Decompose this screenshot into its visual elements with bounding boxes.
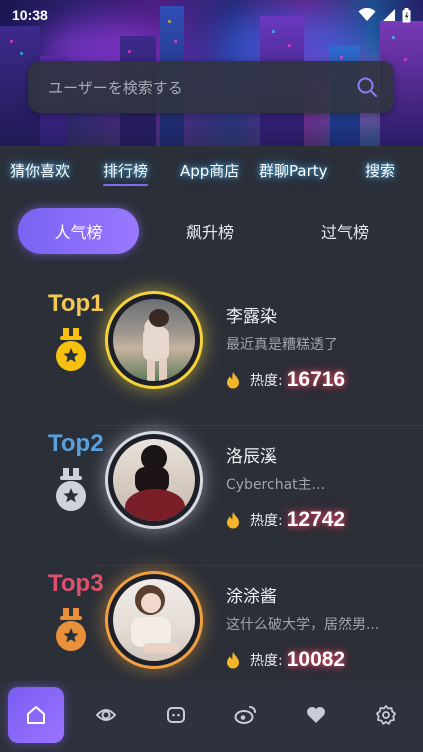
top-nav: 猜你喜欢 排行榜 App商店 群聊Party 搜索 bbox=[0, 150, 423, 192]
nav-item-app-store[interactable]: App商店 bbox=[180, 160, 239, 181]
heat-score: 热度: 12742 bbox=[226, 508, 345, 532]
tab-fading[interactable]: 过气榜 bbox=[295, 208, 395, 254]
avatar[interactable] bbox=[108, 434, 200, 526]
rank-label: Top3 bbox=[48, 570, 104, 597]
bottom-nav-weibo[interactable] bbox=[218, 687, 274, 743]
user-bio: Cyberchat主... bbox=[226, 477, 325, 493]
bottom-nav bbox=[0, 681, 423, 752]
user-name: 涂涂酱 bbox=[226, 587, 277, 607]
home-icon bbox=[27, 706, 45, 724]
eye-icon bbox=[95, 709, 117, 721]
gold-medal-icon bbox=[56, 328, 86, 371]
heat-label: 热度: bbox=[250, 513, 283, 529]
bronze-medal-icon bbox=[56, 608, 86, 651]
bottom-nav-home[interactable] bbox=[8, 687, 64, 743]
heat-value: 12742 bbox=[286, 508, 346, 531]
nav-item-ranking[interactable]: 排行榜 bbox=[103, 160, 149, 186]
nav-item-group-party[interactable]: 群聊Party bbox=[259, 160, 328, 181]
bottom-nav-settings[interactable] bbox=[358, 687, 414, 743]
search-bar[interactable]: ユーザーを検索する bbox=[28, 61, 394, 113]
user-name: 洛辰溪 bbox=[226, 447, 277, 467]
avatar-photo bbox=[113, 299, 195, 381]
tab-popularity[interactable]: 人气榜 bbox=[18, 208, 139, 254]
heat-value: 16716 bbox=[286, 368, 346, 391]
wifi-icon bbox=[358, 8, 376, 21]
battery-icon bbox=[402, 7, 411, 22]
heat-value: 10082 bbox=[286, 648, 346, 671]
search-icon[interactable] bbox=[356, 76, 378, 98]
flame-icon bbox=[227, 372, 239, 389]
bottom-nav-explore[interactable] bbox=[78, 687, 134, 743]
bottom-nav-favorites[interactable] bbox=[288, 687, 344, 743]
heat-label: 热度: bbox=[250, 373, 283, 389]
heat-label: 热度: bbox=[250, 653, 283, 669]
user-name: 李露染 bbox=[226, 307, 277, 327]
rank-label: Top1 bbox=[48, 290, 104, 317]
status-bar: 10:38 bbox=[0, 0, 423, 30]
flame-icon bbox=[227, 512, 239, 529]
ranking-item-1[interactable]: Top1 李露染 最近真是糟糕透了 热度: 16716 bbox=[0, 288, 423, 426]
user-bio: 最近真是糟糕透了 bbox=[226, 337, 338, 353]
tab-rising[interactable]: 飙升榜 bbox=[160, 208, 260, 254]
heat-score: 热度: 10082 bbox=[226, 648, 345, 672]
avatar[interactable] bbox=[108, 574, 200, 666]
bottom-nav-chat[interactable] bbox=[148, 687, 204, 743]
divider bbox=[96, 425, 423, 426]
signal-icon bbox=[383, 9, 395, 21]
chat-icon bbox=[167, 707, 185, 723]
avatar-photo bbox=[113, 439, 195, 521]
ranking-tabs: 人气榜 飙升榜 过气榜 bbox=[0, 208, 423, 256]
ranking-item-2[interactable]: Top2 洛辰溪 Cyberchat主... 热度: 12742 bbox=[0, 428, 423, 566]
settings-icon bbox=[376, 705, 396, 725]
avatar-photo bbox=[113, 579, 195, 661]
user-bio: 这什么破大学，居然男... bbox=[226, 617, 380, 633]
rank-label: Top2 bbox=[48, 430, 104, 457]
weibo-icon bbox=[234, 706, 256, 724]
divider bbox=[96, 565, 423, 566]
clock: 10:38 bbox=[12, 7, 48, 23]
nav-item-search[interactable]: 搜索 bbox=[365, 160, 395, 181]
heart-icon bbox=[307, 707, 325, 723]
avatar[interactable] bbox=[108, 294, 200, 386]
search-placeholder: ユーザーを検索する bbox=[48, 78, 183, 97]
heat-score: 热度: 16716 bbox=[226, 368, 345, 392]
flame-icon bbox=[227, 652, 239, 669]
nav-item-guess-you-like[interactable]: 猜你喜欢 bbox=[10, 160, 70, 181]
silver-medal-icon bbox=[56, 468, 86, 511]
